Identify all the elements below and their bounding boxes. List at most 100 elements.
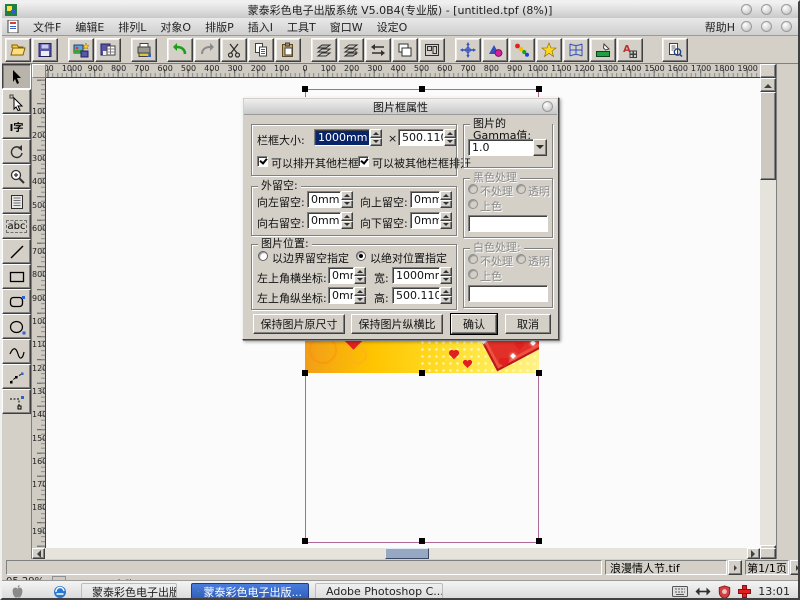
cancel-button[interactable]: 取消 [505, 314, 551, 334]
horizontal-scroll-thumb[interactable] [385, 548, 429, 559]
maximize-button[interactable] [761, 4, 772, 15]
absolute-position-radio[interactable] [356, 251, 366, 261]
cascade-button[interactable] [392, 38, 418, 62]
network-icon[interactable] [695, 587, 711, 596]
margin-left-spinner[interactable] [341, 191, 353, 208]
mdi-restore-button[interactable] [761, 21, 772, 32]
menu-item-6[interactable]: 工具T [280, 20, 323, 35]
menu-item-2[interactable]: 排列L [111, 20, 153, 35]
copy-button[interactable] [248, 38, 274, 62]
apple-logo-icon[interactable] [10, 584, 25, 600]
selection-handle[interactable] [302, 538, 308, 544]
by-margin-radio[interactable] [258, 251, 268, 261]
taskbar-folder-task[interactable]: 蒙泰彩色电子出版... [81, 583, 177, 600]
vertical-scroll-thumb[interactable] [760, 92, 776, 180]
insert-shape-button[interactable] [482, 38, 508, 62]
menu-item-4[interactable]: 排版P [198, 20, 241, 35]
mdi-close-button[interactable] [781, 21, 792, 32]
gamma-dropdown-button[interactable] [533, 139, 547, 156]
menu-item-help[interactable]: 帮助H [699, 18, 741, 36]
menu-item-7[interactable]: 窗口W [323, 20, 370, 35]
rotate-tool[interactable] [2, 139, 31, 164]
x-coord-spinner[interactable] [354, 267, 366, 284]
scroll-corner-button[interactable] [760, 64, 776, 78]
menu-item-8[interactable]: 设定O [370, 20, 415, 35]
undo-button[interactable] [167, 38, 193, 62]
filename-spinner-button[interactable] [728, 560, 742, 575]
combine-button[interactable] [419, 38, 445, 62]
margin-top-spinner[interactable] [440, 191, 452, 208]
mdi-minimize-button[interactable] [741, 21, 752, 32]
page-tool[interactable] [2, 189, 31, 214]
selection-handle[interactable] [536, 86, 542, 92]
polyline-tool[interactable] [2, 364, 31, 389]
selection-handle[interactable] [419, 538, 425, 544]
save-button[interactable] [32, 38, 58, 62]
taskbar-photoshop-task[interactable]: Ps Adobe Photoshop C... [315, 583, 443, 600]
width-input[interactable]: 1000mm [392, 267, 440, 284]
height-spinner[interactable] [440, 287, 452, 304]
cut-button[interactable] [221, 38, 247, 62]
menu-item-1[interactable]: 编辑E [68, 20, 111, 35]
horizontal-scrollbar[interactable] [32, 548, 776, 559]
scroll-up-button[interactable] [760, 78, 776, 92]
direct-select-tool[interactable] [2, 89, 31, 114]
swap-order-button[interactable] [365, 38, 391, 62]
red-cross-icon[interactable] [738, 585, 751, 598]
selection-handle[interactable] [302, 86, 308, 92]
selection-handle[interactable] [419, 370, 425, 376]
keyboard-icon[interactable] [672, 586, 688, 597]
spin-down[interactable] [444, 138, 456, 147]
selection-handle[interactable] [536, 370, 542, 376]
menu-item-5[interactable]: 插入I [241, 20, 280, 35]
y-coord-spinner[interactable] [354, 287, 366, 304]
margin-bottom-input[interactable]: 0mm [410, 212, 440, 229]
close-button[interactable] [781, 4, 792, 15]
paste-button[interactable] [275, 38, 301, 62]
shield-icon[interactable] [718, 585, 731, 599]
pushed-by-others-checkbox[interactable] [358, 156, 369, 167]
save-all-button[interactable] [95, 38, 121, 62]
frame-height-input[interactable]: 500.1102mm [398, 129, 444, 146]
keep-aspect-ratio-button[interactable]: 保持图片纵横比 [351, 314, 443, 334]
preview-button[interactable] [662, 38, 688, 62]
selection-handle[interactable] [302, 370, 308, 376]
open-button[interactable] [5, 38, 31, 62]
height-input[interactable]: 500.1102mm [392, 287, 440, 304]
margin-top-input[interactable]: 0mm [410, 191, 440, 208]
selection-handle[interactable] [536, 538, 542, 544]
spin-down[interactable] [370, 138, 382, 147]
menu-item-3[interactable]: 对象O [153, 20, 198, 35]
x-coord-input[interactable]: 0mm [328, 267, 354, 284]
frame-height-spinner[interactable] [444, 129, 456, 146]
path-tool[interactable] [2, 389, 31, 414]
scroll-left-button[interactable] [32, 548, 45, 559]
dialog-close-button[interactable] [542, 101, 553, 112]
zoom-tool[interactable] [2, 164, 31, 189]
spin-up[interactable] [370, 129, 382, 138]
ok-button[interactable]: 确认 [451, 314, 497, 334]
redo-button[interactable] [194, 38, 220, 62]
text-tool[interactable]: I字 [2, 114, 31, 139]
margin-right-spinner[interactable] [341, 212, 353, 229]
scroll-right-button[interactable] [747, 548, 760, 559]
star-button[interactable] [536, 38, 562, 62]
app-launcher-icon[interactable] [53, 585, 67, 599]
send-backward-button[interactable] [338, 38, 364, 62]
select-tool[interactable] [2, 64, 31, 89]
mesh-warp-button[interactable] [563, 38, 589, 62]
margin-left-input[interactable]: 0mm [307, 191, 341, 208]
frame-width-input[interactable]: 1000mm [314, 129, 370, 146]
bring-forward-button[interactable] [311, 38, 337, 62]
margin-bottom-spinner[interactable] [440, 212, 452, 229]
ellipse-tool[interactable] [2, 314, 31, 339]
export-image-button[interactable] [68, 38, 94, 62]
margin-right-input[interactable]: 0mm [307, 212, 341, 229]
push-others-checkbox[interactable] [257, 156, 268, 167]
minimize-button[interactable] [741, 4, 752, 15]
taskbar-active-task[interactable]: 蒙泰彩色电子出版... [191, 583, 309, 600]
fill-button[interactable] [590, 38, 616, 62]
spin-up[interactable] [444, 129, 456, 138]
rectangle-tool[interactable] [2, 264, 31, 289]
page-spinner-button[interactable] [790, 560, 798, 575]
